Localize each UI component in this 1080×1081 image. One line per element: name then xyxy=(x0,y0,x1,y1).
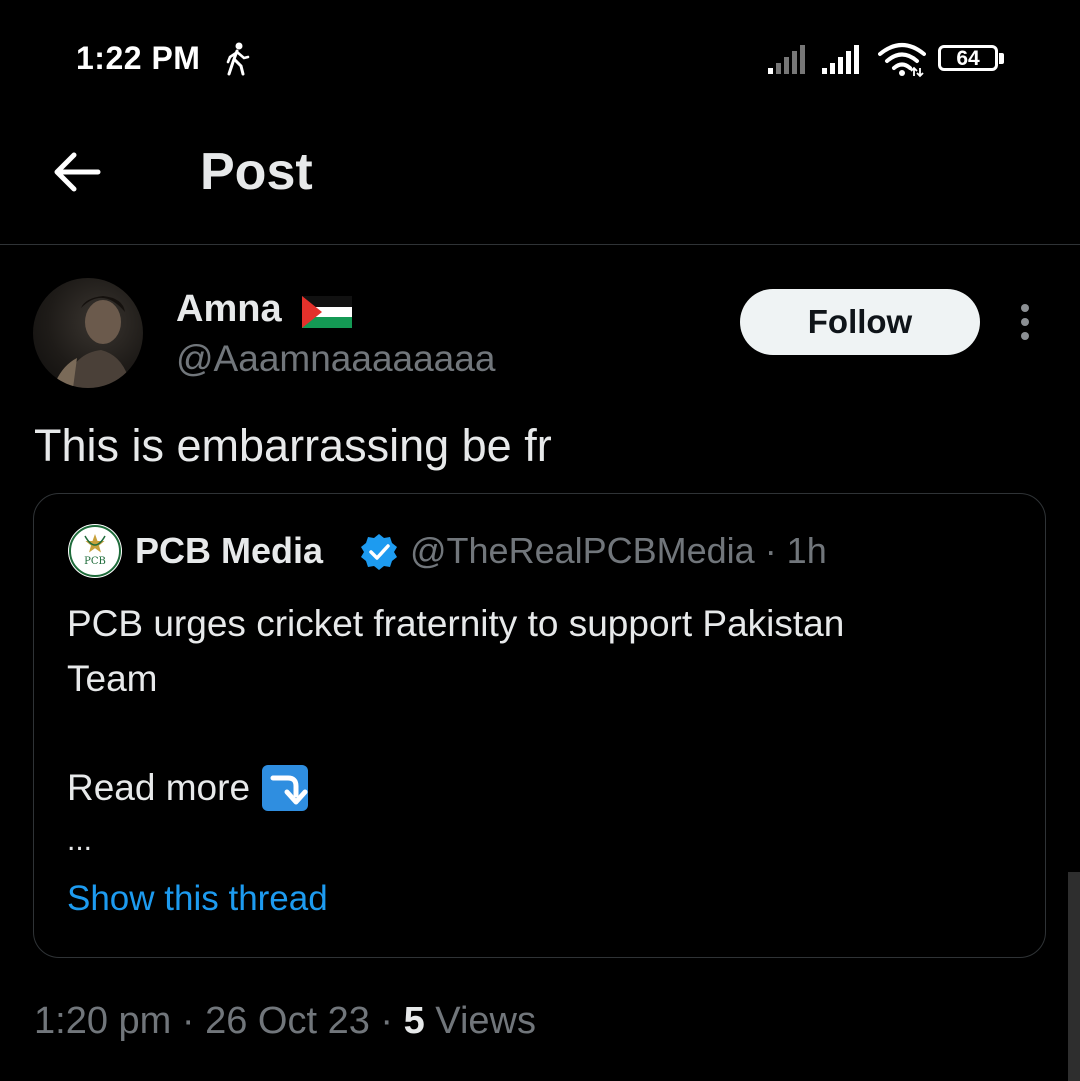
post-text: This is embarrassing be fr xyxy=(34,420,552,471)
post-meta: 1:20 pm · 26 Oct 23 · 5 Views xyxy=(34,1000,536,1043)
read-more-row: Read more xyxy=(67,760,309,815)
back-arrow-icon[interactable] xyxy=(46,140,110,204)
walking-person-icon xyxy=(226,42,250,76)
follow-button[interactable]: Follow xyxy=(740,289,980,355)
read-more-text: Read more xyxy=(67,767,251,808)
pcb-logo-text: PCB xyxy=(84,556,106,567)
battery-cap xyxy=(999,53,1004,64)
battery-icon: 64 xyxy=(938,45,1006,75)
avatar[interactable] xyxy=(33,278,143,388)
views-count[interactable]: 5 xyxy=(404,1000,425,1042)
show-thread-link[interactable]: Show this thread xyxy=(67,879,328,919)
quoted-text-line: PCB urges cricket fraternity to support … xyxy=(67,603,845,644)
wifi-icon xyxy=(878,43,926,78)
header: Post xyxy=(0,120,1080,245)
post-screen: 1:22 PM 64 Post Amna @Aaamnaaaaaaaa Foll… xyxy=(0,0,1080,1081)
quoted-avatar: PCB xyxy=(68,524,122,578)
status-bar: 1:22 PM 64 xyxy=(0,0,1080,120)
scrollbar[interactable] xyxy=(1068,872,1080,1081)
cell-signal-icon xyxy=(768,45,805,74)
page-title: Post xyxy=(200,143,313,201)
quoted-author-name: PCB Media xyxy=(135,530,324,571)
verified-badge-icon xyxy=(361,534,397,570)
post-timestamp: 1:20 pm · 26 Oct 23 · xyxy=(34,1000,404,1042)
right-arrow-curving-down-icon xyxy=(262,764,309,811)
palestine-flag-icon xyxy=(302,296,352,328)
ellipsis: ... xyxy=(67,824,93,857)
status-time: 1:22 PM xyxy=(76,40,201,76)
quoted-handle-time: @TheRealPCBMedia · 1h xyxy=(410,530,827,571)
pcb-logo-icon: PCB xyxy=(69,525,121,577)
author-name[interactable]: Amna xyxy=(176,288,282,331)
battery-level: 64 xyxy=(956,47,980,70)
author-handle[interactable]: @Aaamnaaaaaaaa xyxy=(176,338,495,380)
quoted-post-card[interactable]: PCB PCB Media @TheRealPCBMedia · 1h PCB … xyxy=(33,493,1046,958)
avatar-image xyxy=(53,296,131,388)
quoted-text-line: Team xyxy=(67,658,158,699)
views-label[interactable]: Views xyxy=(425,1000,536,1042)
more-vertical-icon[interactable] xyxy=(1012,302,1038,346)
quoted-text: PCB urges cricket fraternity to support … xyxy=(67,596,1007,706)
cell-signal-icon xyxy=(822,45,859,74)
